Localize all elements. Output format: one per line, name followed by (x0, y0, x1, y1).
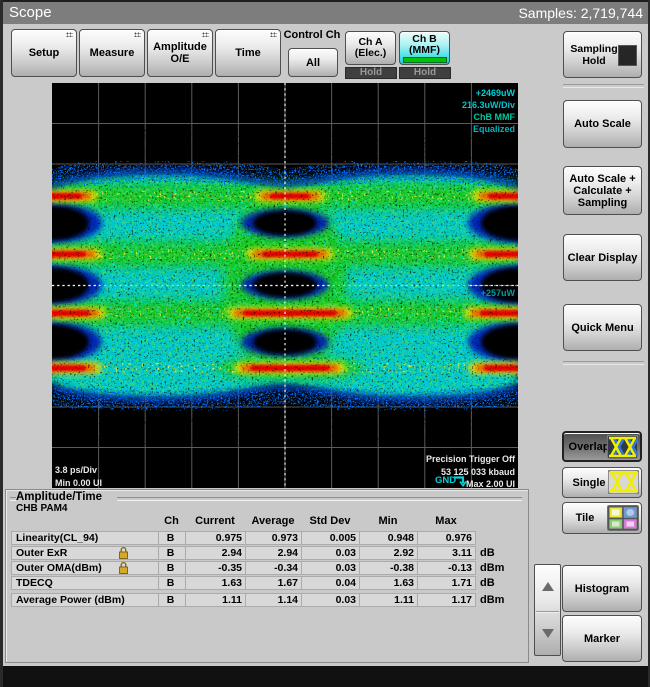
svg-text:Equalized: Equalized (473, 124, 515, 134)
svg-text:+2469uW: +2469uW (476, 88, 516, 98)
svg-text:ChB MMF: ChB MMF (474, 112, 516, 122)
svg-text:Precision Trigger Off: Precision Trigger Off (426, 454, 516, 464)
svg-text:Min 0.00 UI: Min 0.00 UI (55, 478, 102, 488)
svg-text:216.3uW/Div: 216.3uW/Div (462, 100, 515, 110)
svg-text:+257uW: +257uW (481, 288, 516, 298)
svg-text:Max 2.00 UI: Max 2.00 UI (466, 479, 515, 488)
svg-text:3.8 ps/Div: 3.8 ps/Div (55, 465, 97, 475)
svg-text:GND: GND (435, 475, 456, 486)
